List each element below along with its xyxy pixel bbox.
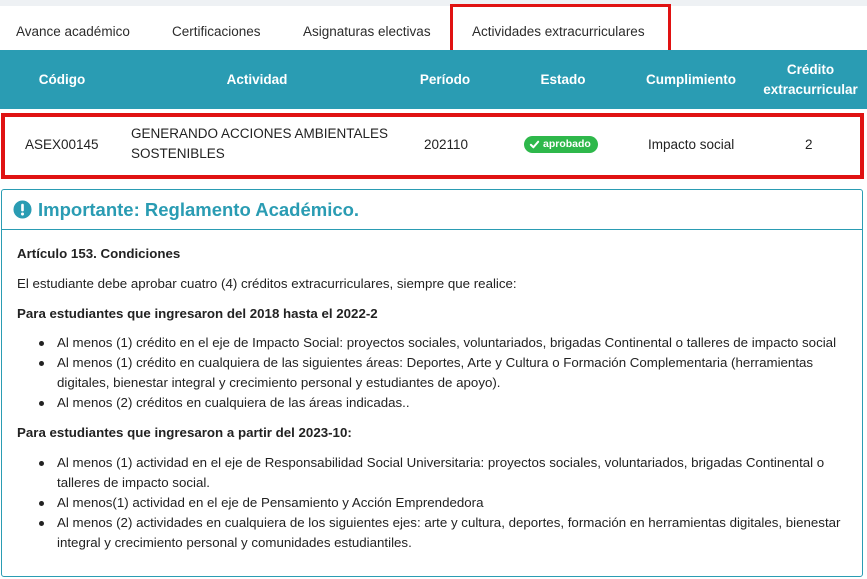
article-heading: Artículo 153. Condiciones xyxy=(17,246,181,261)
regulation-notice: Importante: Reglamento Académico. Artícu… xyxy=(1,189,863,577)
header-credito: Crédito extracurricular xyxy=(756,50,865,109)
list-item: Al menos (2) créditos en cualquiera de l… xyxy=(17,393,857,413)
list-item: Al menos(1) actividad en el eje de Pensa… xyxy=(17,493,857,513)
row-highlight xyxy=(1,113,864,179)
header-periodo: Período xyxy=(419,71,471,87)
header-estado: Estado xyxy=(540,71,586,87)
tab-certificaciones[interactable]: Certificaciones xyxy=(172,6,261,50)
group1-list: Al menos (1) crédito en el eje de Impact… xyxy=(17,333,857,413)
header-actividad: Actividad xyxy=(226,71,288,87)
notice-title: Importante: Reglamento Académico. xyxy=(38,198,360,220)
tab-bar: Avance académico Certificaciones Asignat… xyxy=(0,6,867,50)
header-credito-line2: extracurricular xyxy=(763,81,858,97)
group1-title: Para estudiantes que ingresaron del 2018… xyxy=(17,306,378,321)
list-item: Al menos (1) actividad en el eje de Resp… xyxy=(17,453,857,493)
table-header: Código Actividad Período Estado Cumplimi… xyxy=(0,50,867,109)
list-item: Al menos (1) crédito en cualquiera de la… xyxy=(17,353,857,393)
group2-title: Para estudiantes que ingresaron a partir… xyxy=(17,425,352,440)
list-item: Al menos (2) actividades en cualquiera d… xyxy=(17,513,857,553)
header-credito-line1: Crédito xyxy=(786,61,835,77)
intro-text: El estudiante debe aprobar cuatro (4) cr… xyxy=(17,276,517,291)
tab-avance-academico[interactable]: Avance académico xyxy=(16,6,130,50)
active-tab-highlight xyxy=(450,4,671,52)
group2-list: Al menos (1) actividad en el eje de Resp… xyxy=(17,453,857,553)
list-item: Al menos (1) crédito en el eje de Impact… xyxy=(17,333,857,353)
header-codigo: Código xyxy=(38,71,86,87)
header-cumplimiento: Cumplimiento xyxy=(646,71,736,87)
exclamation-circle-icon xyxy=(13,200,32,219)
tab-asignaturas-electivas[interactable]: Asignaturas electivas xyxy=(303,6,431,50)
notice-header: Importante: Reglamento Académico. xyxy=(2,190,862,230)
